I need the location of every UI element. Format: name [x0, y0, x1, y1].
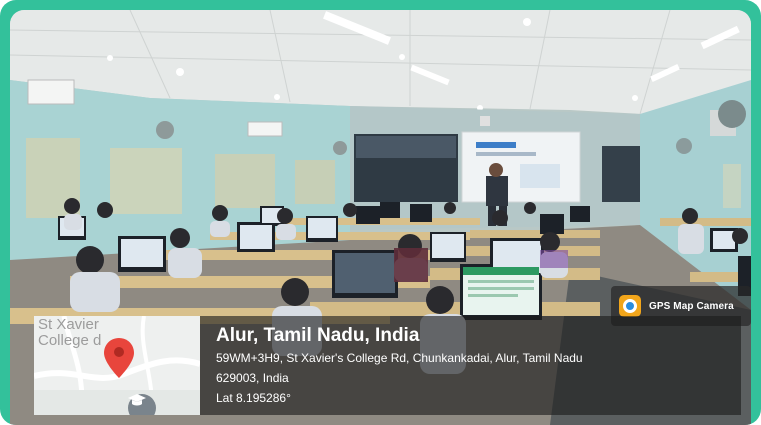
address-line-2: 629003, India	[216, 371, 289, 385]
map-label-line1: St Xavier	[38, 316, 99, 333]
address-line-1: 59WM+3H9, St Xavier's College Rd, Chunka…	[216, 351, 583, 365]
graduation-cap-icon	[128, 394, 156, 415]
photo-frame: GPS Map Camera St Xavier College d Alur,…	[0, 0, 761, 425]
location-info-panel: Alur, Tamil Nadu, India 59WM+3H9, St Xav…	[200, 316, 741, 415]
latitude-readout: Lat 8.195286°	[216, 391, 291, 405]
map-label-line2: College d	[38, 332, 102, 349]
gps-map-camera-logo-icon	[619, 295, 641, 317]
gps-badge-label: GPS Map Camera	[649, 300, 734, 312]
location-title: Alur, Tamil Nadu, India	[216, 325, 420, 346]
location-map-thumbnail: St Xavier College d	[34, 316, 200, 415]
